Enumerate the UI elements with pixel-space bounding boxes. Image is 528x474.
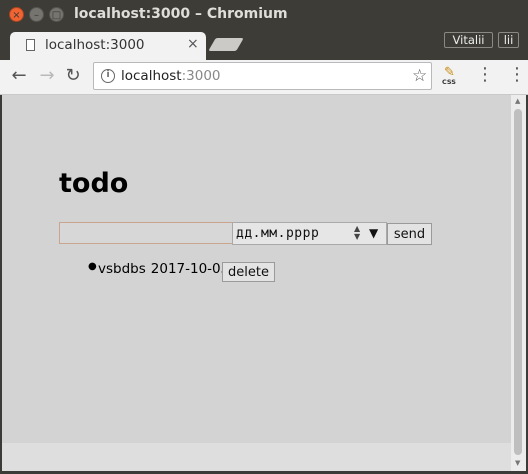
- scrollbar-thumb[interactable]: [514, 109, 522, 455]
- url-port: :3000: [181, 68, 221, 84]
- url-host: localhost: [121, 68, 182, 84]
- extension-label: CSS: [442, 78, 456, 86]
- extension-menu-icon[interactable]: ⋮: [476, 64, 494, 85]
- scroll-down-icon[interactable]: ▼: [515, 459, 520, 467]
- back-icon[interactable]: ←: [8, 65, 30, 87]
- address-bar[interactable]: i localhost:3000 ☆: [93, 62, 432, 90]
- window-close-button[interactable]: ×: [9, 7, 24, 22]
- window-title: localhost:3000 – Chromium: [74, 6, 288, 22]
- info-icon[interactable]: i: [101, 69, 115, 83]
- page-title: todo: [59, 168, 129, 199]
- delete-button[interactable]: delete: [222, 262, 275, 282]
- tab-close-icon[interactable]: ×: [187, 36, 199, 52]
- profile-secondary-button[interactable]: lii: [498, 32, 519, 48]
- tab-title: localhost:3000: [45, 37, 145, 53]
- page-viewport: todo дд.мм.рррр ▲ ▼ ▼ send ● vsbdbs 2017-1…: [2, 95, 511, 471]
- page-icon: [26, 39, 35, 51]
- todo-text-input[interactable]: [59, 222, 233, 244]
- window-minimize-button[interactable]: –: [29, 7, 44, 22]
- spinner-icon[interactable]: ▲ ▼: [354, 225, 360, 241]
- tab-strip: localhost:3000 × Vitalii lii: [0, 30, 528, 60]
- window-maximize-button[interactable]: □: [49, 7, 64, 22]
- window-titlebar: × – □ localhost:3000 – Chromium: [0, 0, 528, 30]
- todo-item-label: vsbdbs 2017-10-05: [98, 261, 229, 277]
- reload-icon[interactable]: ↻: [62, 65, 84, 87]
- browser-toolbar: ← → ↻ i localhost:3000 ☆ ✎ CSS ⋮ ⋮: [0, 60, 528, 95]
- dropdown-arrow-icon[interactable]: ▼: [369, 226, 378, 240]
- profile-button[interactable]: Vitalii: [444, 32, 493, 48]
- browser-tab[interactable]: localhost:3000 ×: [10, 32, 206, 60]
- browser-menu-icon[interactable]: ⋮: [508, 64, 526, 85]
- scroll-up-icon[interactable]: ▲: [515, 97, 520, 105]
- vertical-scrollbar[interactable]: ▲ ▼: [511, 95, 526, 471]
- viewport-bottom-strip: [2, 443, 511, 471]
- date-input[interactable]: дд.мм.рррр ▲ ▼ ▼: [232, 222, 387, 245]
- new-tab-button[interactable]: [208, 38, 244, 51]
- bullet-icon: ●: [88, 261, 97, 272]
- bookmark-star-icon[interactable]: ☆: [412, 66, 427, 86]
- todo-item-date: 2017-10-05: [150, 261, 230, 277]
- url-text[interactable]: localhost:3000: [121, 68, 221, 84]
- todo-item-text: vsbdbs: [98, 261, 146, 277]
- date-placeholder: дд.мм.рррр: [236, 226, 320, 241]
- send-button[interactable]: send: [387, 223, 432, 245]
- css-extension-icon[interactable]: ✎ CSS: [441, 65, 463, 89]
- forward-icon[interactable]: →: [36, 65, 58, 87]
